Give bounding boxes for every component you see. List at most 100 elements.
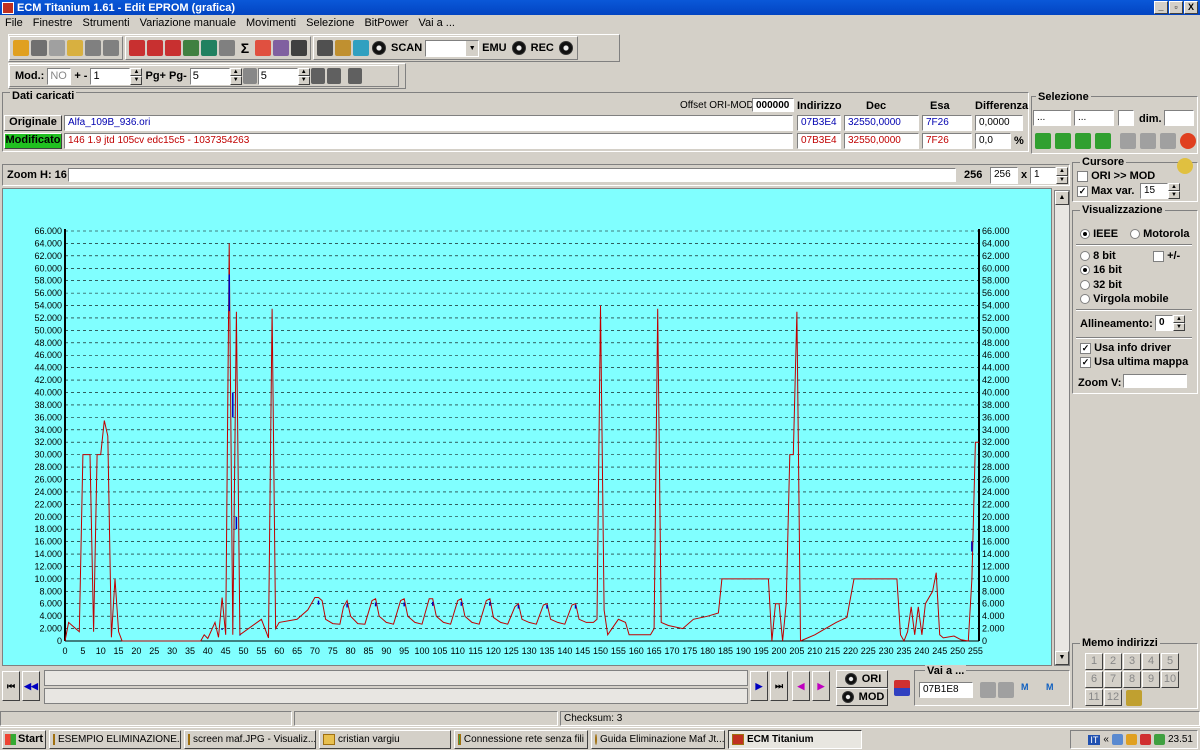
max-var-input[interactable]: 15 (1140, 183, 1168, 199)
memo-button-8[interactable]: 8 (1123, 671, 1141, 688)
map-icon[interactable] (347, 68, 362, 84)
modificato-button[interactable]: Modificato (4, 133, 62, 149)
virgola-radio[interactable] (1080, 294, 1090, 305)
scroll-up-arrow[interactable]: ▲ (1055, 191, 1069, 205)
memo-button-12[interactable]: 12 (1104, 689, 1122, 706)
mod-button[interactable]: MOD (836, 688, 888, 706)
originale-file-field[interactable]: Alfa_109B_936.ori (64, 115, 793, 131)
grid-icon[interactable] (310, 68, 325, 84)
signed-checkbox[interactable] (1153, 250, 1164, 262)
memo-button-1[interactable]: 1 (1085, 653, 1103, 670)
select-range-icon[interactable] (1055, 133, 1071, 149)
tool-icon[interactable] (317, 40, 333, 56)
copy-icon[interactable] (1120, 133, 1136, 149)
usa-ultima-mappa-option[interactable]: ✓ Usa ultima mappa (1080, 356, 1188, 368)
motorola-radio[interactable] (1130, 229, 1140, 240)
close-button[interactable]: X (1184, 1, 1198, 14)
page-icon[interactable] (49, 40, 65, 56)
home-icon[interactable] (13, 40, 29, 56)
graph-area[interactable]: 0 0 2.000 2.000 4.000 4.000 6.000 6.000 8.000 8.0… (2, 188, 1052, 666)
usa-info-checkbox[interactable]: ✓ (1080, 342, 1091, 354)
ieee-option[interactable]: IEEE (1080, 228, 1118, 240)
max-var-option[interactable]: ✓ Max var. (1077, 185, 1134, 197)
menu-finestre[interactable]: Finestre (28, 17, 78, 29)
open-folder-icon[interactable] (67, 40, 83, 56)
select-add-icon[interactable] (1075, 133, 1091, 149)
usa-ultima-checkbox[interactable]: ✓ (1080, 356, 1091, 368)
transfer-icon[interactable] (1160, 133, 1176, 149)
horizontal-scrollbar-top[interactable] (44, 670, 748, 686)
scroll-down-arrow[interactable]: ▼ (1055, 651, 1069, 665)
language-indicator[interactable]: IT (1088, 734, 1101, 745)
ori-mod-checkbox[interactable] (1077, 170, 1088, 182)
modificato-esa[interactable]: 7F26 (922, 133, 972, 149)
menu-bitpower[interactable]: BitPower (359, 17, 413, 29)
zoom-v-slider[interactable] (1123, 374, 1187, 388)
usa-info-driver-option[interactable]: ✓ Usa info driver (1080, 342, 1171, 354)
goto-icon[interactable] (980, 682, 996, 698)
network-icon[interactable] (1111, 734, 1123, 745)
prev-diff-button[interactable]: ◀ (792, 671, 810, 701)
pg-input[interactable]: 5 (189, 67, 230, 85)
memo-button-3[interactable]: 3 (1123, 653, 1141, 670)
offset-value[interactable]: 000000 (752, 98, 794, 112)
next-diff-button[interactable]: ▶ (812, 671, 830, 701)
percent-toggle[interactable]: % (1014, 135, 1024, 147)
signed-option[interactable]: +/- (1153, 250, 1180, 262)
check-icon[interactable] (129, 40, 145, 56)
selezione-mode-field[interactable] (1118, 110, 1134, 126)
select-end-icon[interactable] (1095, 133, 1111, 149)
sum-icon[interactable]: Σ (237, 40, 253, 56)
binoculars-icon[interactable] (291, 40, 307, 56)
start-button[interactable]: Start (2, 729, 46, 749)
memo-save-icon[interactable] (1126, 690, 1142, 706)
pg-spinner[interactable]: ▲ ▼ (229, 67, 242, 85)
select-start-icon[interactable] (1035, 133, 1051, 149)
memo-button-5[interactable]: 5 (1161, 653, 1179, 670)
dim-field[interactable] (1164, 110, 1194, 126)
task-esempio[interactable]: ESEMPIO ELIMINAZIONE... (49, 729, 181, 749)
calculator-icon[interactable] (201, 40, 217, 56)
tools-icon[interactable] (183, 40, 199, 56)
memo-button-6[interactable]: 6 (1085, 671, 1103, 688)
modificato-file-field[interactable]: 146 1.9 jtd 105cv edc15c5 - 1037354263 (64, 133, 793, 149)
runner-icon[interactable] (353, 40, 369, 56)
bit16-option[interactable]: 16 bit (1080, 264, 1122, 276)
allineamento-spinner[interactable]: ▲ ▼ (1173, 315, 1185, 331)
modificato-address[interactable]: 07B3E4 (797, 133, 841, 149)
memo-button-10[interactable]: 10 (1161, 671, 1179, 688)
lock-icon[interactable] (335, 40, 351, 56)
selezione-end-field[interactable]: ... (1074, 110, 1114, 126)
ori-mod-option[interactable]: ORI >> MOD (1077, 170, 1155, 182)
menu-movimenti[interactable]: Movimenti (241, 17, 301, 29)
volume-icon[interactable] (1125, 734, 1137, 745)
bit8-option[interactable]: 8 bit (1080, 250, 1116, 262)
motorola-option[interactable]: Motorola (1130, 228, 1190, 240)
plusminus-spinner[interactable]: ▲ ▼ (130, 67, 143, 85)
bit32-radio[interactable] (1080, 280, 1090, 291)
tray-expand-icon[interactable]: « (1103, 734, 1109, 745)
modificato-dec[interactable]: 32550,0000 (844, 133, 919, 149)
last-page-button[interactable]: ⏭ (770, 671, 788, 701)
memo-button-7[interactable]: 7 (1104, 671, 1122, 688)
task-screen-maf[interactable]: screen maf.JPG - Visualiz... (184, 729, 316, 749)
zoom-h-slider[interactable] (68, 168, 956, 182)
virgola-option[interactable]: Virgola mobile (1080, 293, 1169, 305)
memory-left-icon[interactable]: M (1021, 682, 1037, 698)
originale-dec[interactable]: 32550,0000 (844, 115, 919, 131)
p-icon[interactable] (242, 68, 257, 84)
selezione-start-field[interactable]: ... (1033, 110, 1071, 126)
color-icon[interactable] (255, 40, 271, 56)
edit-icon[interactable] (219, 40, 235, 56)
lock-cursor-icon[interactable] (1177, 158, 1193, 174)
originale-diff[interactable]: 0,0000 (975, 115, 1023, 131)
checksum-icon[interactable] (165, 40, 181, 56)
wifi-icon[interactable] (1153, 734, 1165, 745)
max-var-spinner[interactable]: ▲ ▼ (1168, 183, 1180, 199)
originale-esa[interactable]: 7F26 (922, 115, 972, 131)
modificato-diff[interactable]: 0,0 (975, 133, 1011, 149)
task-cristian[interactable]: cristian vargiu (319, 729, 451, 749)
bit16-radio[interactable] (1080, 265, 1090, 276)
graph-vertical-scrollbar[interactable]: ▲ ▼ (1054, 190, 1070, 666)
scan-select[interactable]: ▼ (425, 39, 480, 57)
